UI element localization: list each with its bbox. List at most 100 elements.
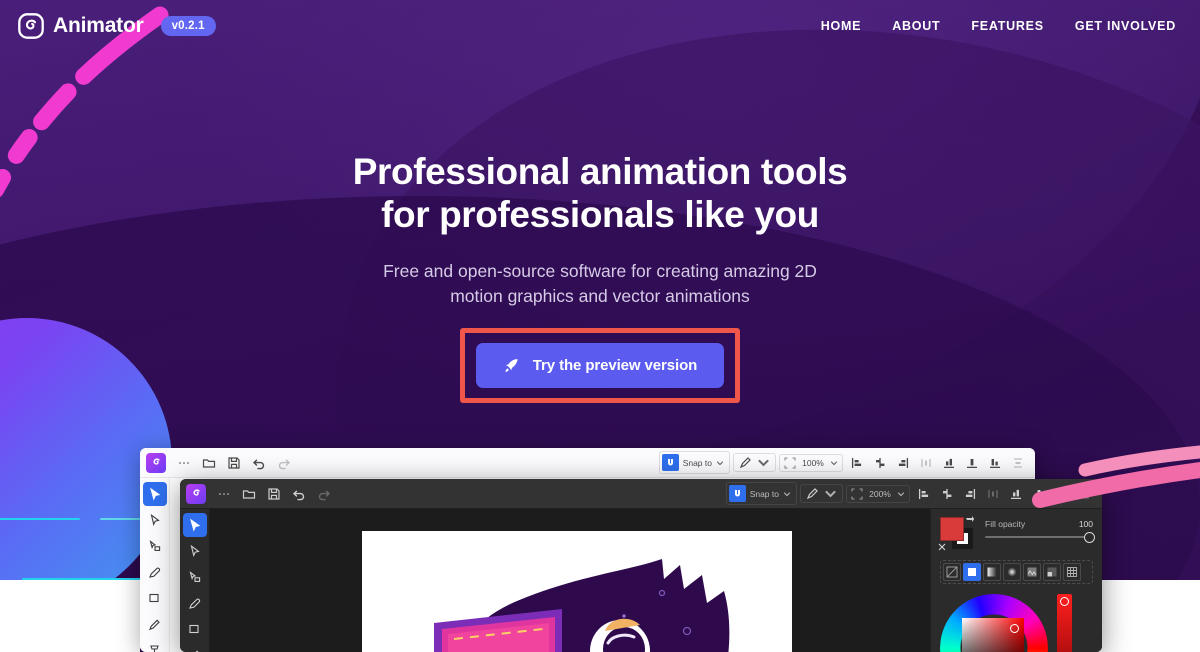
hero-title-line-1: Professional animation tools bbox=[352, 151, 848, 192]
artboard[interactable] bbox=[362, 531, 792, 652]
hero-title-line-2: for professionals like you bbox=[381, 194, 819, 236]
dark-undo-button[interactable] bbox=[288, 483, 310, 505]
dark-pencil-tool[interactable] bbox=[183, 643, 207, 652]
chevron-down-icon bbox=[783, 491, 791, 496]
pen-tool-icon bbox=[806, 488, 818, 500]
light-redo-button[interactable] bbox=[273, 452, 295, 474]
align-bottom-icon[interactable] bbox=[984, 452, 1006, 474]
dark-canvas[interactable] bbox=[210, 509, 930, 652]
light-snap-to-control[interactable]: Snap to bbox=[658, 451, 730, 474]
dark-tool-palette bbox=[180, 509, 210, 652]
distribute-vertical-icon[interactable] bbox=[1007, 452, 1029, 474]
nav-item-about[interactable]: ABOUT bbox=[892, 19, 940, 33]
radial-gradient-icon[interactable] bbox=[1003, 563, 1021, 581]
dark-pen-tool-control[interactable] bbox=[800, 484, 843, 503]
select-frame-icon bbox=[784, 456, 796, 469]
try-preview-button[interactable]: Try the preview version bbox=[475, 343, 725, 389]
distribute-horizontal-icon[interactable] bbox=[982, 483, 1004, 505]
sv-handle[interactable] bbox=[1010, 624, 1019, 633]
dark-snap-to-label: Snap to bbox=[749, 488, 779, 499]
pattern-icon[interactable] bbox=[1023, 563, 1041, 581]
swap-fill-stroke-icon[interactable] bbox=[966, 515, 975, 524]
light-node-tool[interactable] bbox=[143, 508, 167, 532]
chevron-down-icon bbox=[830, 460, 838, 465]
fill-panel: Fill opacity 100 bbox=[930, 509, 1102, 652]
dark-window-body: Fill opacity 100 bbox=[180, 509, 1102, 652]
light-pen-tool-control[interactable] bbox=[733, 453, 776, 472]
dark-pen-tool[interactable] bbox=[183, 591, 207, 615]
fill-stroke-swatches[interactable] bbox=[938, 515, 975, 551]
light-menu-button[interactable] bbox=[173, 452, 195, 474]
align-center-horizontal-icon[interactable] bbox=[936, 483, 958, 505]
fill-opacity-value: 100 bbox=[1078, 519, 1093, 529]
brightness-slider[interactable] bbox=[1057, 594, 1072, 652]
nav-item-get-involved[interactable]: GET INVOLVED bbox=[1075, 19, 1176, 33]
brand-name: Animator bbox=[53, 14, 144, 37]
light-window-toolbar: Snap to 100% bbox=[140, 448, 1035, 478]
align-top-icon[interactable] bbox=[1005, 483, 1027, 505]
light-zoom-tool[interactable] bbox=[143, 638, 167, 652]
dark-rectangle-tool[interactable] bbox=[183, 617, 207, 641]
grid-icon[interactable] bbox=[1063, 563, 1081, 581]
brand-logo[interactable]: Animator v0.2.1 bbox=[18, 13, 216, 39]
hero-subtitle: Free and open-source software for creati… bbox=[0, 259, 1200, 310]
align-middle-vertical-icon[interactable] bbox=[961, 452, 983, 474]
fill-opacity-slider-knob[interactable] bbox=[1084, 531, 1095, 543]
align-middle-vertical-icon[interactable] bbox=[1028, 483, 1050, 505]
light-pencil-tool[interactable] bbox=[143, 612, 167, 636]
nav-item-home[interactable]: HOME bbox=[821, 19, 862, 33]
magnet-icon bbox=[728, 485, 746, 502]
light-select-tool[interactable] bbox=[142, 482, 167, 506]
hue-color-wheel[interactable] bbox=[940, 594, 1048, 652]
dark-select-tool[interactable] bbox=[182, 513, 207, 537]
dark-zoom-control[interactable]: 200% bbox=[846, 484, 910, 503]
spiral-logo-icon bbox=[18, 13, 44, 39]
try-preview-button-label: Try the preview version bbox=[532, 357, 698, 375]
align-left-icon[interactable] bbox=[913, 483, 935, 505]
light-open-button[interactable] bbox=[198, 452, 220, 474]
dark-open-button[interactable] bbox=[238, 483, 260, 505]
light-snap-to-label: Snap to bbox=[682, 457, 712, 468]
chevron-down-icon bbox=[758, 459, 769, 467]
fill-opacity-slider[interactable] bbox=[985, 531, 1095, 543]
align-right-icon[interactable] bbox=[892, 452, 914, 474]
brightness-handle[interactable] bbox=[1060, 597, 1069, 606]
nav-item-features[interactable]: FEATURES bbox=[971, 19, 1043, 33]
dark-window-toolbar: Snap to 200% bbox=[180, 479, 1102, 509]
light-save-button[interactable] bbox=[223, 452, 245, 474]
align-center-horizontal-icon[interactable] bbox=[869, 452, 891, 474]
select-frame-icon bbox=[851, 487, 863, 500]
hero-subtitle-line-1: Free and open-source software for creati… bbox=[383, 260, 817, 281]
distribute-vertical-icon[interactable] bbox=[1074, 483, 1096, 505]
distribute-horizontal-icon[interactable] bbox=[915, 452, 937, 474]
dark-save-button[interactable] bbox=[263, 483, 285, 505]
light-undo-button[interactable] bbox=[248, 452, 270, 474]
dark-node-tool[interactable] bbox=[183, 539, 207, 563]
fill-opacity-control: Fill opacity 100 bbox=[985, 517, 1095, 543]
saturation-value-square[interactable] bbox=[962, 618, 1024, 652]
light-pen-tool[interactable] bbox=[143, 560, 167, 584]
light-lasso-tool[interactable] bbox=[143, 534, 167, 558]
animator-app-icon bbox=[186, 483, 206, 504]
dark-menu-button[interactable] bbox=[213, 483, 235, 505]
light-zoom-control[interactable]: 100% bbox=[779, 453, 843, 472]
clear-fill-icon[interactable] bbox=[938, 543, 946, 551]
dark-redo-button[interactable] bbox=[313, 483, 335, 505]
dark-snap-to-control[interactable]: Snap to bbox=[725, 482, 797, 505]
no-fill-icon[interactable] bbox=[943, 563, 961, 581]
dark-align-toolbar bbox=[913, 483, 1096, 505]
swatch-icon[interactable] bbox=[1043, 563, 1061, 581]
deco-line-cyan-1 bbox=[0, 518, 80, 520]
linear-gradient-icon[interactable] bbox=[983, 563, 1001, 581]
align-bottom-icon[interactable] bbox=[1051, 483, 1073, 505]
flat-color-icon[interactable] bbox=[963, 563, 981, 581]
fill-swatch[interactable] bbox=[940, 517, 964, 541]
light-rectangle-tool[interactable] bbox=[143, 586, 167, 610]
align-top-icon[interactable] bbox=[938, 452, 960, 474]
dark-lasso-tool[interactable] bbox=[183, 565, 207, 589]
chevron-down-icon bbox=[897, 491, 905, 496]
align-left-icon[interactable] bbox=[846, 452, 868, 474]
chevron-down-icon bbox=[716, 460, 724, 465]
magnet-icon bbox=[661, 454, 679, 471]
align-right-icon[interactable] bbox=[959, 483, 981, 505]
